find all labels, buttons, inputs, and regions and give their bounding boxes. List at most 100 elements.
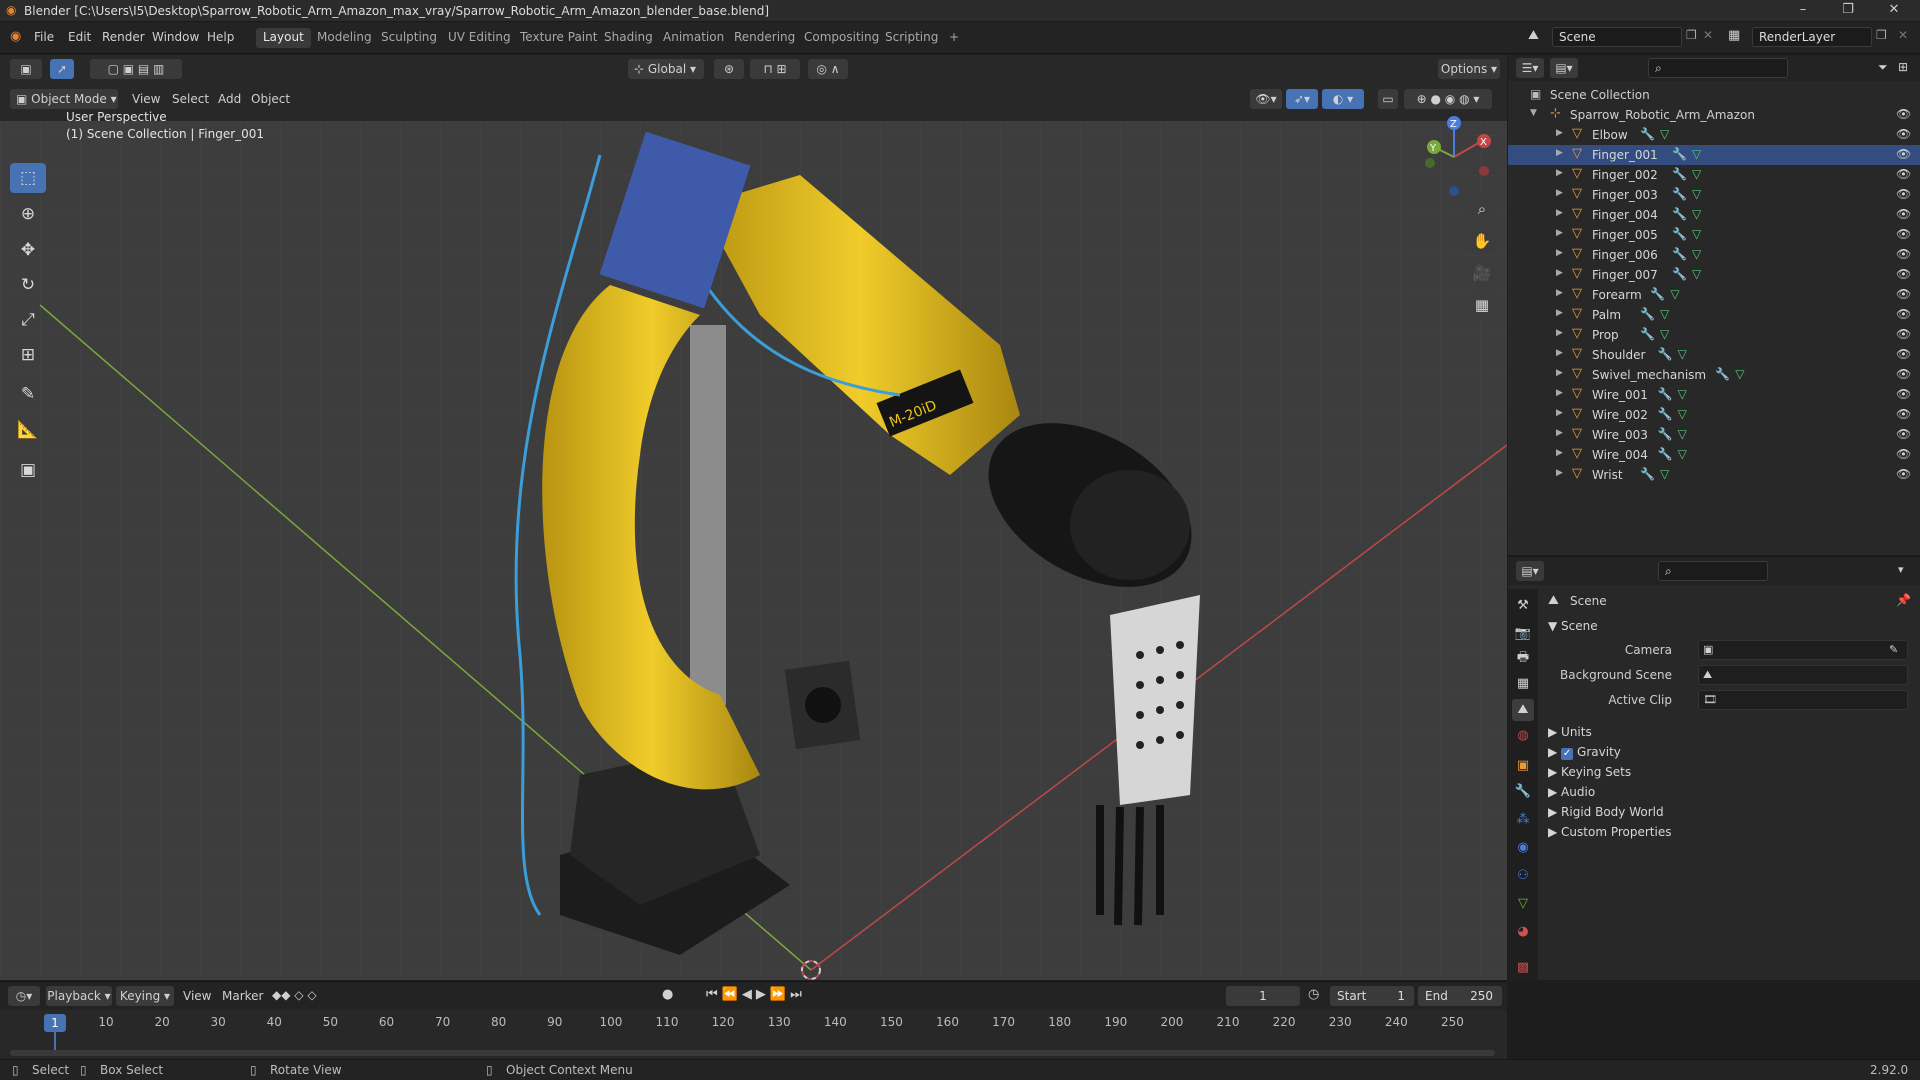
- shading-mode-icons[interactable]: ⊕ ● ◉ ◍ ▾: [1404, 89, 1492, 109]
- expand-arrow-icon[interactable]: ▶: [1556, 468, 1563, 478]
- playhead[interactable]: 1: [44, 1014, 66, 1032]
- camera-view-icon[interactable]: 🎥: [1468, 259, 1496, 287]
- new-collection-icon[interactable]: ⊞: [1898, 60, 1908, 74]
- tab-shading[interactable]: Shading: [597, 28, 660, 48]
- eye-icon[interactable]: 👁: [1896, 167, 1911, 181]
- mesh-data-icon[interactable]: ▽: [1678, 347, 1687, 361]
- modifier-icon[interactable]: 🔧: [1672, 207, 1687, 221]
- mesh-data-icon[interactable]: ▽: [1678, 427, 1687, 441]
- timeline-scrollbar[interactable]: [10, 1050, 1495, 1056]
- navigation-gizmo[interactable]: Z X Y: [1410, 111, 1500, 201]
- annotate-tool[interactable]: ✎: [10, 379, 46, 409]
- tab-scripting[interactable]: Scripting: [878, 28, 945, 48]
- outliner-item-finger_007[interactable]: ▶ ▽ Finger_007 🔧 ▽ 👁: [1508, 265, 1920, 285]
- expand-arrow-icon[interactable]: ▶: [1556, 448, 1563, 458]
- section-custom-properties[interactable]: ▶ Custom Properties: [1548, 825, 1671, 839]
- eye-icon[interactable]: 👁: [1896, 347, 1911, 361]
- modifier-icon[interactable]: 🔧: [1658, 407, 1673, 421]
- object-tab-icon[interactable]: ▣: [1512, 755, 1534, 777]
- outliner-item-finger_003[interactable]: ▶ ▽ Finger_003 🔧 ▽ 👁: [1508, 185, 1920, 205]
- particles-tab-icon[interactable]: ⁂: [1512, 809, 1534, 831]
- mesh-data-icon[interactable]: ▽: [1660, 467, 1669, 481]
- view-layer-field[interactable]: RenderLayer: [1752, 27, 1872, 47]
- mesh-data-icon[interactable]: ▽: [1660, 327, 1669, 341]
- snap-icon[interactable]: ⊓ ⊞: [750, 59, 800, 79]
- add-cube-tool[interactable]: ▣: [10, 455, 46, 485]
- blender-menu-icon[interactable]: ◉: [10, 29, 21, 44]
- select-tool-icon[interactable]: ➚: [50, 59, 74, 79]
- tab-sculpting[interactable]: Sculpting: [374, 28, 444, 48]
- modifier-icon[interactable]: 🔧: [1658, 347, 1673, 361]
- options-dropdown[interactable]: Options ▾: [1438, 59, 1500, 79]
- close-window-button[interactable]: ✕: [1874, 2, 1914, 20]
- properties-options-icon[interactable]: ▾: [1898, 563, 1904, 576]
- tab-animation[interactable]: Animation: [656, 28, 731, 48]
- camera-field[interactable]: ▣ ✎: [1698, 640, 1908, 660]
- collection-row[interactable]: ▼ ⊹ Sparrow_Robotic_Arm_Amazon 👁: [1508, 105, 1920, 125]
- eye-icon[interactable]: 👁: [1896, 387, 1911, 401]
- mesh-data-icon[interactable]: ▽: [1678, 387, 1687, 401]
- properties-search-input[interactable]: ⌕: [1658, 561, 1768, 581]
- viewport-menu-object[interactable]: Object: [251, 92, 290, 106]
- modifier-icon[interactable]: 🔧: [1715, 367, 1730, 381]
- modifier-icon[interactable]: 🔧: [1672, 187, 1687, 201]
- eye-icon[interactable]: 👁: [1896, 407, 1911, 421]
- mesh-data-icon[interactable]: ▽: [1692, 207, 1701, 221]
- expand-arrow-icon[interactable]: ▶: [1556, 228, 1563, 238]
- physics-tab-icon[interactable]: ◉: [1512, 837, 1534, 859]
- eye-icon[interactable]: 👁: [1896, 447, 1911, 461]
- outliner-item-finger_002[interactable]: ▶ ▽ Finger_002 🔧 ▽ 👁: [1508, 165, 1920, 185]
- robot-pillar[interactable]: [690, 325, 726, 705]
- viewport-menu-add[interactable]: Add: [218, 92, 241, 106]
- outliner-item-elbow[interactable]: ▶ ▽ Elbow 🔧 ▽ 👁: [1508, 125, 1920, 145]
- collapse-arrow-icon[interactable]: ▼: [1530, 108, 1537, 118]
- render-tab-icon[interactable]: 📷: [1512, 623, 1534, 645]
- modifier-icon[interactable]: 🔧: [1640, 327, 1655, 341]
- outliner-item-wire_002[interactable]: ▶ ▽ Wire_002 🔧 ▽ 👁: [1508, 405, 1920, 425]
- modifier-icon[interactable]: 🔧: [1672, 247, 1687, 261]
- mesh-data-icon[interactable]: ▽: [1735, 367, 1744, 381]
- outliner-item-finger_005[interactable]: ▶ ▽ Finger_005 🔧 ▽ 👁: [1508, 225, 1920, 245]
- eye-icon[interactable]: 👁: [1896, 107, 1911, 121]
- eye-icon[interactable]: 👁: [1896, 467, 1911, 481]
- expand-arrow-icon[interactable]: ▶: [1556, 188, 1563, 198]
- eye-icon[interactable]: 👁: [1896, 267, 1911, 281]
- expand-arrow-icon[interactable]: ▶: [1556, 208, 1563, 218]
- outliner-item-shoulder[interactable]: ▶ ▽ Shoulder 🔧 ▽ 👁: [1508, 345, 1920, 365]
- section-gravity[interactable]: ▶ ✓ Gravity: [1548, 745, 1621, 760]
- tool-tab-icon[interactable]: ⚒: [1512, 595, 1534, 617]
- proportional-edit-icon[interactable]: ◎ ∧: [808, 59, 848, 79]
- filter-icon[interactable]: ⏷: [1878, 60, 1888, 75]
- tab-uv-editing[interactable]: UV Editing: [441, 28, 518, 48]
- tab-layout[interactable]: Layout: [256, 28, 311, 48]
- modifier-icon[interactable]: 🔧: [1650, 287, 1665, 301]
- eyedropper-icon[interactable]: ✎: [1889, 643, 1898, 656]
- viewport-scene[interactable]: M-20iD: [0, 55, 1507, 980]
- eye-icon[interactable]: 👁: [1896, 127, 1911, 141]
- expand-arrow-icon[interactable]: ▶: [1556, 308, 1563, 318]
- mesh-data-icon[interactable]: ▽: [1678, 447, 1687, 461]
- expand-arrow-icon[interactable]: ▶: [1556, 148, 1563, 158]
- zoom-icon[interactable]: ⌕: [1468, 195, 1496, 223]
- constraints-tab-icon[interactable]: ⚇: [1512, 865, 1534, 887]
- outliner-item-forearm[interactable]: ▶ ▽ Forearm 🔧 ▽ 👁: [1508, 285, 1920, 305]
- maximize-button[interactable]: ❐: [1828, 2, 1868, 20]
- outliner-item-finger_006[interactable]: ▶ ▽ Finger_006 🔧 ▽ 👁: [1508, 245, 1920, 265]
- menu-render[interactable]: Render: [102, 30, 145, 44]
- viewport-menu-view[interactable]: View: [132, 92, 160, 106]
- outliner-item-wire_003[interactable]: ▶ ▽ Wire_003 🔧 ▽ 👁: [1508, 425, 1920, 445]
- tab-texture-paint[interactable]: Texture Paint: [513, 28, 604, 48]
- outliner-item-swivel_mechanism[interactable]: ▶ ▽ Swivel_mechanism 🔧 ▽ 👁: [1508, 365, 1920, 385]
- expand-arrow-icon[interactable]: ▶: [1556, 368, 1563, 378]
- eye-icon[interactable]: 👁: [1896, 147, 1911, 161]
- outliner-item-finger_004[interactable]: ▶ ▽ Finger_004 🔧 ▽ 👁: [1508, 205, 1920, 225]
- mesh-data-icon[interactable]: ▽: [1692, 187, 1701, 201]
- expand-arrow-icon[interactable]: ▶: [1556, 428, 1563, 438]
- modifier-icon[interactable]: 🔧: [1672, 147, 1687, 161]
- view-layer-tab-icon[interactable]: ▦: [1512, 673, 1534, 695]
- expand-arrow-icon[interactable]: ▶: [1556, 408, 1563, 418]
- section-rigid-body-world[interactable]: ▶ Rigid Body World: [1548, 805, 1664, 819]
- expand-arrow-icon[interactable]: ▶: [1556, 248, 1563, 258]
- display-mode-icon[interactable]: ▤▾: [1550, 58, 1578, 78]
- eye-icon[interactable]: 👁: [1896, 227, 1911, 241]
